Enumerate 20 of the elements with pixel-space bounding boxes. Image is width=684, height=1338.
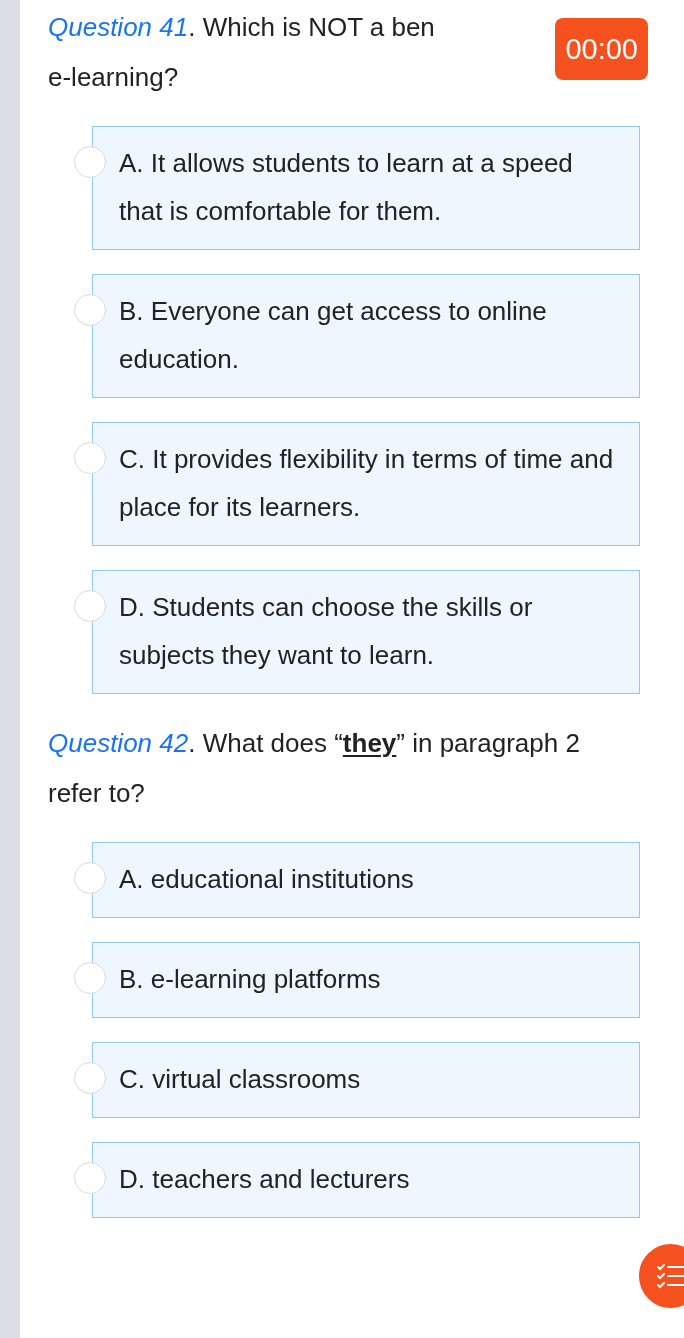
checklist-icon: [656, 1263, 684, 1289]
answer-option[interactable]: D. teachers and lecturers: [92, 1142, 640, 1218]
radio-button[interactable]: [74, 146, 106, 178]
answer-option[interactable]: B. e-learning platforms: [92, 942, 640, 1018]
answer-option[interactable]: A. It allows students to learn at a speed that is comfortable for them.: [92, 126, 640, 250]
radio-button[interactable]: [74, 1162, 106, 1194]
answer-option[interactable]: D. Students can choose the skills or subjects they want to learn.: [92, 570, 640, 694]
radio-button[interactable]: [74, 1062, 106, 1094]
answer-option[interactable]: A. educational institutions: [92, 842, 640, 918]
question-text: Question 41. Which is NOT a ben e-learning?: [48, 11, 435, 94]
radio-button[interactable]: [74, 442, 106, 474]
timer-badge: 00:00: [555, 18, 648, 80]
answer-option[interactable]: B. Everyone can get access to online education.: [92, 274, 640, 398]
question-text: Question 42. What does “they” in paragraph 2 refer to?: [48, 727, 581, 810]
radio-button[interactable]: [74, 294, 106, 326]
answer-option[interactable]: C. It provides flexibility in terms of time and place for its learners.: [92, 422, 640, 546]
radio-button[interactable]: [74, 590, 106, 622]
radio-button[interactable]: [74, 962, 106, 994]
radio-button[interactable]: [74, 862, 106, 894]
answer-option[interactable]: C. virtual classrooms: [92, 1042, 640, 1118]
